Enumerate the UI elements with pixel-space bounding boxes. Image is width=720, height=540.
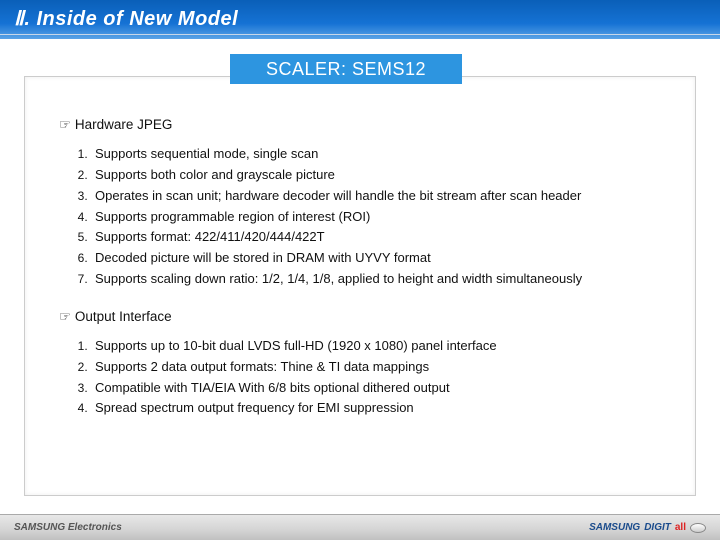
list-item: Supports format: 422/411/420/444/422T xyxy=(91,228,661,247)
footer-right: SAMSUNG DIGIT all xyxy=(589,522,706,533)
section2-heading: ☞ Output Interface xyxy=(59,309,661,325)
list-item: Supports 2 data output formats: Thine & … xyxy=(91,358,661,377)
scaler-badge: SCALER: SEMS12 xyxy=(230,54,462,84)
list-item: Supports both color and grayscale pictur… xyxy=(91,166,661,185)
list-item: Supports sequential mode, single scan xyxy=(91,145,661,164)
footer-digit: DIGIT xyxy=(644,522,671,533)
divider xyxy=(0,34,720,35)
content-frame: ☞ Hardware JPEG Supports sequential mode… xyxy=(24,76,696,496)
list-item: Decoded picture will be stored in DRAM w… xyxy=(91,249,661,268)
footer-brand: SAMSUNG xyxy=(589,522,640,533)
logo-oval-icon xyxy=(690,523,706,533)
section1-list: Supports sequential mode, single scan Su… xyxy=(59,145,661,289)
list-item: Supports programmable region of interest… xyxy=(91,208,661,227)
section2-list: Supports up to 10-bit dual LVDS full-HD … xyxy=(59,337,661,418)
list-item: Supports scaling down ratio: 1/2, 1/4, 1… xyxy=(91,270,661,289)
list-item: Spread spectrum output frequency for EMI… xyxy=(91,399,661,418)
list-item: Compatible with TIA/EIA With 6/8 bits op… xyxy=(91,379,661,398)
scaler-label: SCALER: SEMS12 xyxy=(266,59,426,79)
title-text: Ⅱ. Inside of New Model xyxy=(14,8,238,30)
footer-all: all xyxy=(675,522,686,533)
section1-heading: ☞ Hardware JPEG xyxy=(59,117,661,133)
footer: SAMSUNG Electronics SAMSUNG DIGIT all xyxy=(0,514,720,540)
content-inner: ☞ Hardware JPEG Supports sequential mode… xyxy=(25,77,695,430)
footer-left: SAMSUNG Electronics xyxy=(14,522,122,533)
list-item: Operates in scan unit; hardware decoder … xyxy=(91,187,661,206)
list-item: Supports up to 10-bit dual LVDS full-HD … xyxy=(91,337,661,356)
